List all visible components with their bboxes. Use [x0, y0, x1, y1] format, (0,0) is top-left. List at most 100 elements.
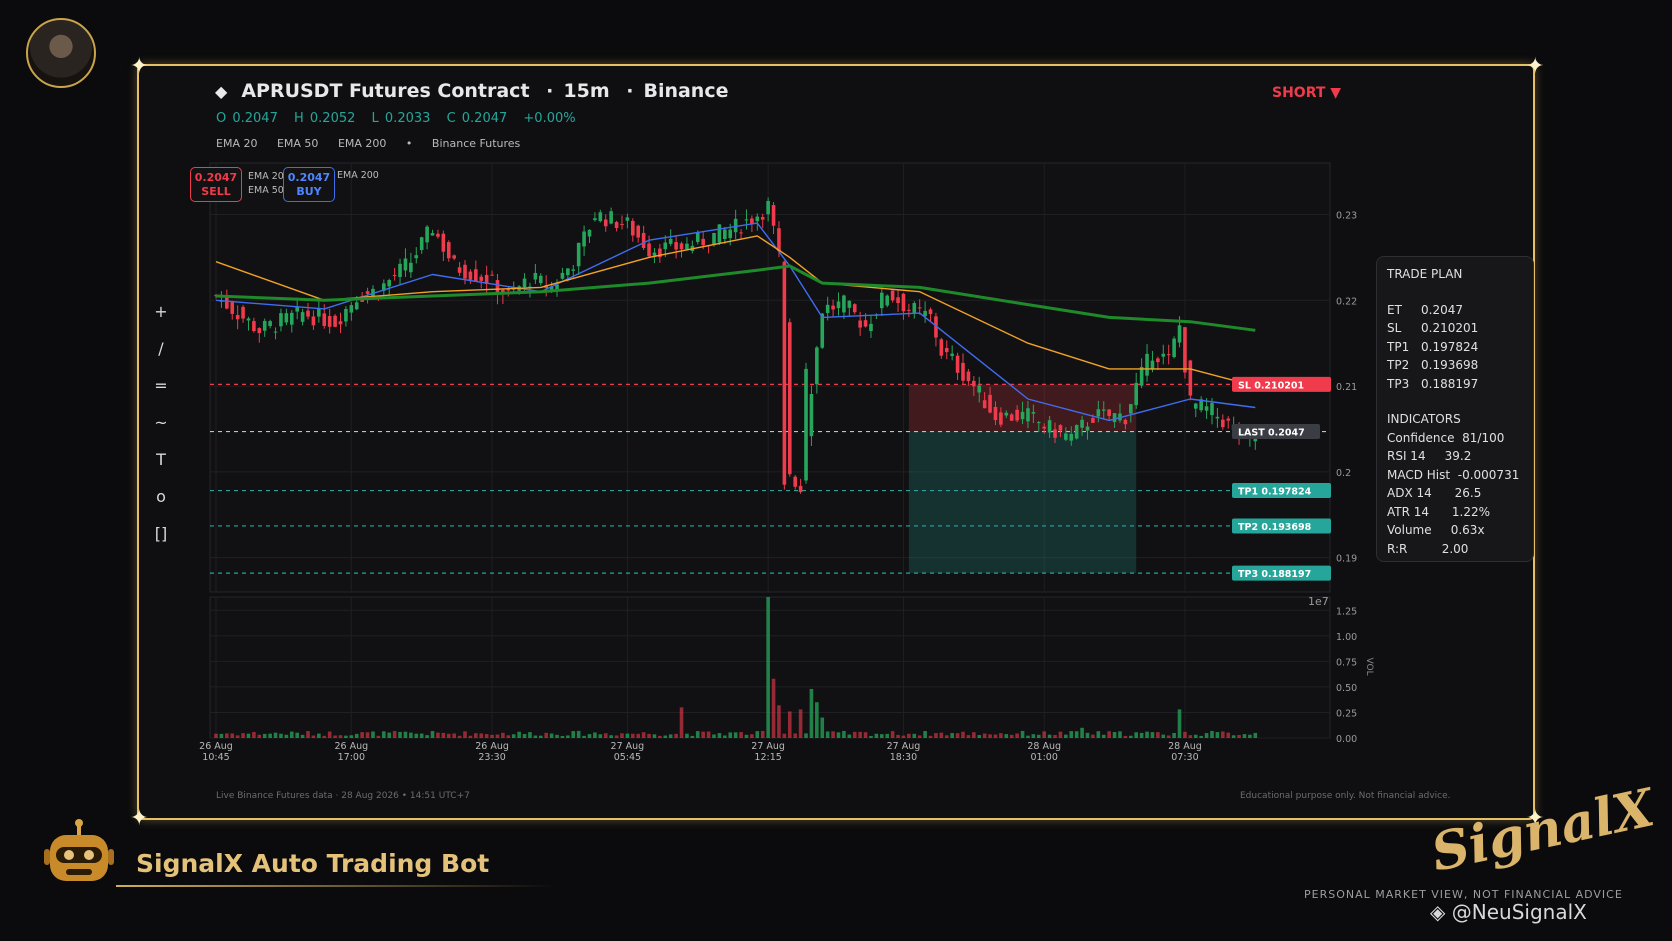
candle-body — [344, 308, 348, 322]
volume-bar — [798, 709, 803, 738]
candle-body — [636, 225, 641, 238]
candle-body — [923, 310, 927, 317]
candle-body — [880, 292, 884, 309]
volume-bar — [836, 732, 841, 738]
volume-bar — [1004, 734, 1009, 738]
candle-body — [701, 238, 705, 246]
volume-bar — [457, 735, 462, 738]
candle-body — [717, 224, 722, 243]
buy-button[interactable]: 0.2047 BUY — [283, 167, 335, 202]
candle-body — [463, 264, 467, 279]
candle-body — [306, 310, 310, 317]
candle-body — [235, 315, 240, 320]
volume-bar — [1015, 733, 1019, 738]
volume-bar — [598, 734, 603, 738]
candle-body — [847, 300, 852, 308]
candle-body — [961, 362, 965, 381]
volume-bar — [1166, 735, 1171, 738]
volume-bar — [755, 731, 760, 738]
candle-body — [409, 262, 413, 273]
volume-bar — [463, 731, 467, 738]
candle-body — [890, 290, 895, 301]
take-profit-zone — [908, 431, 1137, 574]
volume-bar — [636, 733, 641, 738]
candle-body — [322, 313, 327, 326]
volume-bar — [896, 734, 900, 738]
candle-body — [587, 229, 592, 237]
volume-bar — [809, 688, 814, 738]
candle-body — [815, 347, 819, 385]
indicator-row: R:R 2.00 — [1387, 541, 1469, 556]
volume-tick-label: 1.00 — [1336, 632, 1357, 643]
volume-bar — [1183, 731, 1187, 738]
volume-bar — [533, 735, 538, 738]
volume-bar — [1193, 734, 1198, 738]
candle-body — [625, 217, 630, 221]
social-handle[interactable]: ◈ @NeuSignalX — [1430, 900, 1587, 924]
volume-bar — [495, 734, 500, 738]
volume-bar — [566, 735, 570, 738]
candle-body — [1188, 360, 1193, 396]
volume-bar — [955, 733, 960, 738]
time-tick-date: 26 Aug — [199, 741, 233, 752]
volume-bar — [295, 732, 299, 738]
volume-bar — [484, 734, 489, 738]
volume-bar — [847, 734, 852, 738]
candle-body — [566, 268, 570, 276]
candle-body — [647, 243, 651, 257]
robot-logo-icon — [44, 819, 114, 881]
volume-bar — [257, 734, 262, 738]
sell-button[interactable]: 0.2047 SELL — [190, 167, 242, 202]
volume-bar — [430, 731, 435, 738]
time-tick-date: 28 Aug — [1027, 741, 1061, 752]
volume-bar — [582, 735, 586, 738]
volume-bar — [376, 735, 381, 738]
volume-bar — [311, 735, 316, 738]
candle-body — [354, 302, 359, 310]
candle-body — [1129, 404, 1133, 414]
volume-bar — [273, 732, 278, 738]
volume-bar — [787, 711, 792, 738]
candle-body — [939, 339, 944, 356]
candle-body — [392, 274, 397, 276]
candle-body — [782, 261, 787, 485]
volume-bar — [403, 731, 408, 738]
candle-body — [1123, 419, 1128, 425]
candle-body — [582, 231, 586, 247]
volume-bar — [1237, 734, 1241, 738]
candle-body — [804, 368, 808, 481]
candle-body — [777, 228, 781, 252]
candle-body — [225, 296, 229, 309]
candle-body — [825, 304, 830, 314]
candle-body — [755, 216, 760, 222]
volume-bar — [831, 731, 835, 738]
time-tick-date: 28 Aug — [1168, 741, 1202, 752]
volume-bar — [576, 730, 581, 738]
volume-bar — [723, 735, 727, 738]
volume-bar — [1042, 731, 1046, 738]
time-tick-time: 05:45 — [614, 752, 641, 763]
candle-body — [685, 243, 689, 250]
candle-body — [1193, 403, 1198, 409]
candle-body — [593, 218, 597, 221]
candle-body — [869, 323, 873, 332]
candle-body — [365, 291, 370, 294]
price-tick-label: 0.2 — [1336, 468, 1351, 479]
volume-bar — [620, 733, 624, 738]
candle-body — [977, 385, 982, 393]
volume-bar — [728, 732, 733, 738]
volume-bar — [674, 733, 678, 738]
candle-body — [950, 353, 954, 356]
time-tick-date: 26 Aug — [334, 741, 368, 752]
candle-body — [695, 232, 700, 242]
volume-bar — [825, 731, 830, 738]
volume-bar — [1150, 732, 1155, 738]
candle-body — [327, 316, 332, 327]
volume-bar — [1188, 735, 1193, 738]
volume-bar — [230, 733, 235, 738]
divider — [116, 885, 556, 887]
volume-bar — [1226, 732, 1231, 738]
level-tag-text: TP3 0.188197 — [1238, 569, 1311, 580]
volume-bar — [999, 733, 1003, 738]
volume-bar — [262, 733, 267, 738]
